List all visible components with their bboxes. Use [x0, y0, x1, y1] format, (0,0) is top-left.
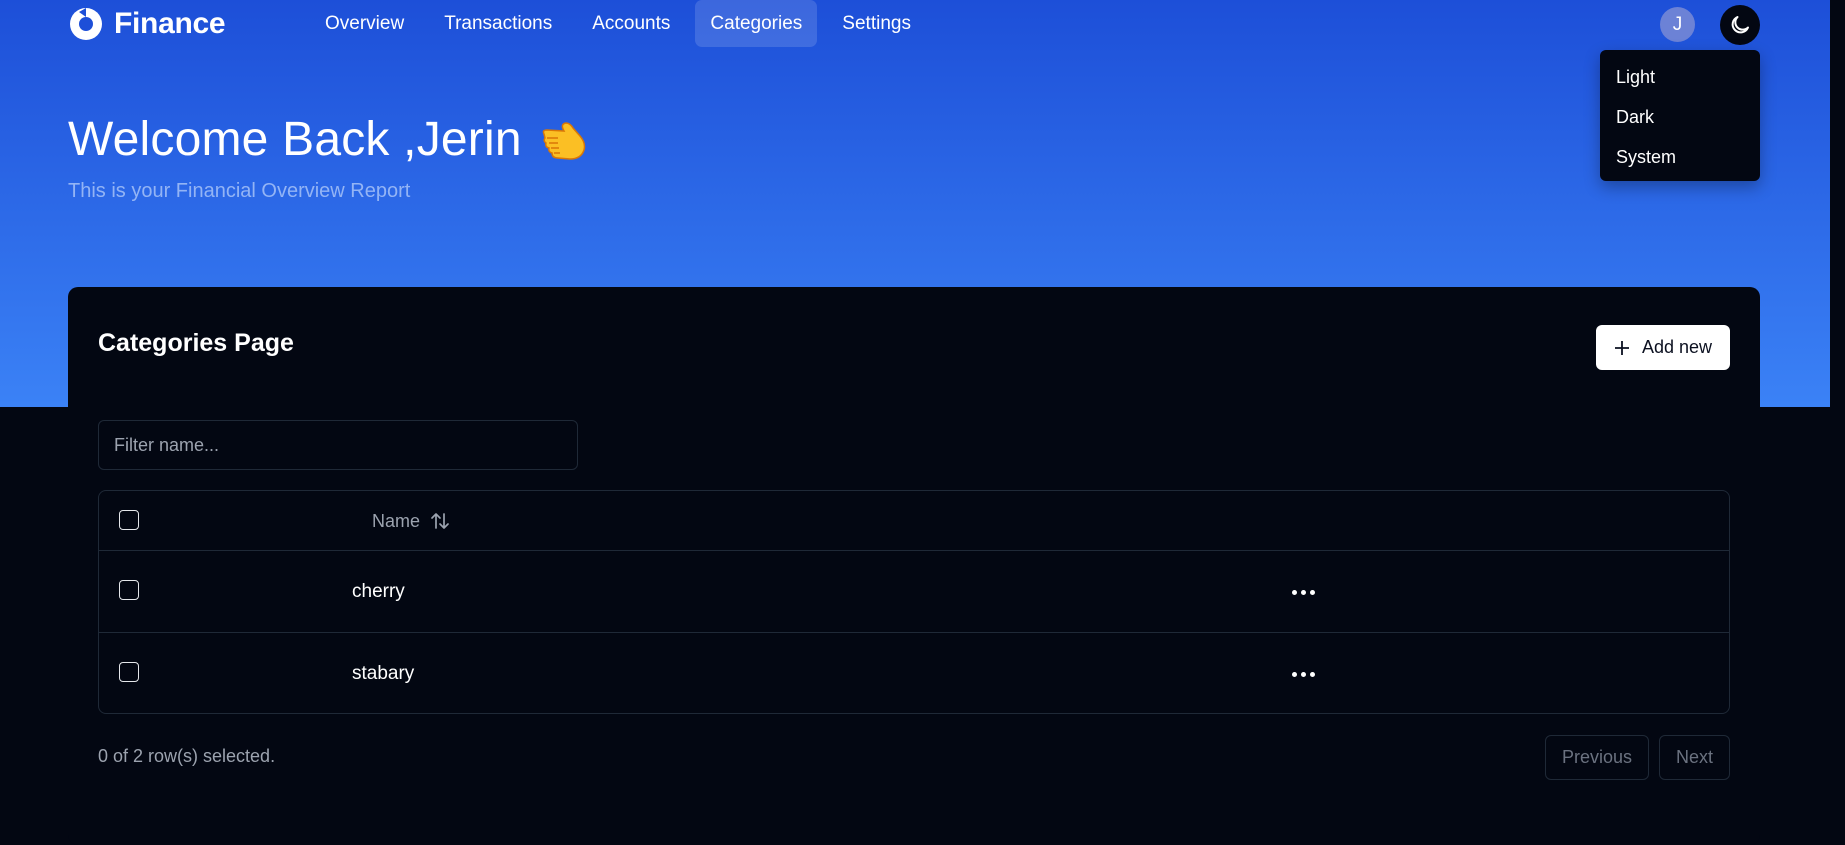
page-title: Categories Page	[98, 329, 294, 357]
theme-option-dark[interactable]: Dark	[1606, 97, 1754, 137]
scrollbar-track[interactable]	[1830, 0, 1845, 845]
category-name-cell: stabary	[352, 663, 415, 684]
waving-hand-icon	[542, 121, 585, 160]
name-column-label: Name	[372, 510, 421, 531]
rows-selected-status: 0 of 2 row(s) selected.	[98, 746, 276, 766]
row-actions-menu-icon[interactable]	[1287, 659, 1319, 689]
nav-transactions[interactable]: Transactions	[429, 0, 567, 47]
table-row[interactable]: stabary	[99, 633, 1729, 713]
add-new-button[interactable]: Add new	[1596, 325, 1730, 370]
table-row[interactable]: cherry	[99, 551, 1729, 633]
table-header: Name	[99, 491, 1729, 551]
categories-card: Categories Page Add new Name cherry stab…	[68, 287, 1760, 845]
name-column-header[interactable]: Name	[372, 491, 450, 551]
main-nav: Overview Transactions Accounts Categorie…	[310, 0, 926, 47]
nav-settings[interactable]: Settings	[827, 0, 926, 47]
brand-name: Finance	[114, 7, 226, 40]
nav-overview[interactable]: Overview	[310, 0, 419, 47]
nav-categories[interactable]: Categories	[695, 0, 818, 47]
welcome-subtitle: This is your Financial Overview Report	[68, 180, 411, 202]
theme-option-system[interactable]: System	[1606, 137, 1754, 177]
welcome-header: Welcome Back ,Jerin	[68, 112, 590, 167]
add-new-label: Add new	[1641, 337, 1713, 357]
row-actions-menu-icon[interactable]	[1287, 577, 1319, 607]
select-all-checkbox[interactable]	[119, 510, 139, 530]
row-checkbox[interactable]	[119, 580, 139, 600]
category-name-cell: cherry	[352, 581, 405, 602]
theme-dropdown-menu: Light Dark System	[1600, 50, 1760, 181]
logo-icon	[70, 8, 102, 40]
row-checkbox[interactable]	[119, 662, 139, 682]
plus-icon	[1614, 340, 1629, 355]
theme-option-light[interactable]: Light	[1606, 57, 1754, 97]
user-avatar[interactable]: J	[1660, 7, 1695, 42]
theme-toggle-button[interactable]	[1720, 5, 1760, 45]
welcome-heading: Welcome Back ,Jerin	[68, 113, 522, 166]
filter-name-input[interactable]	[98, 420, 578, 470]
sort-arrows-icon	[431, 513, 449, 529]
nav-accounts[interactable]: Accounts	[577, 0, 685, 47]
next-page-button[interactable]: Next	[1659, 735, 1730, 780]
previous-page-button[interactable]: Previous	[1545, 735, 1649, 780]
categories-table: Name cherry stabary	[98, 490, 1730, 714]
moon-icon	[1731, 16, 1749, 34]
brand-logo[interactable]: Finance	[68, 6, 226, 42]
